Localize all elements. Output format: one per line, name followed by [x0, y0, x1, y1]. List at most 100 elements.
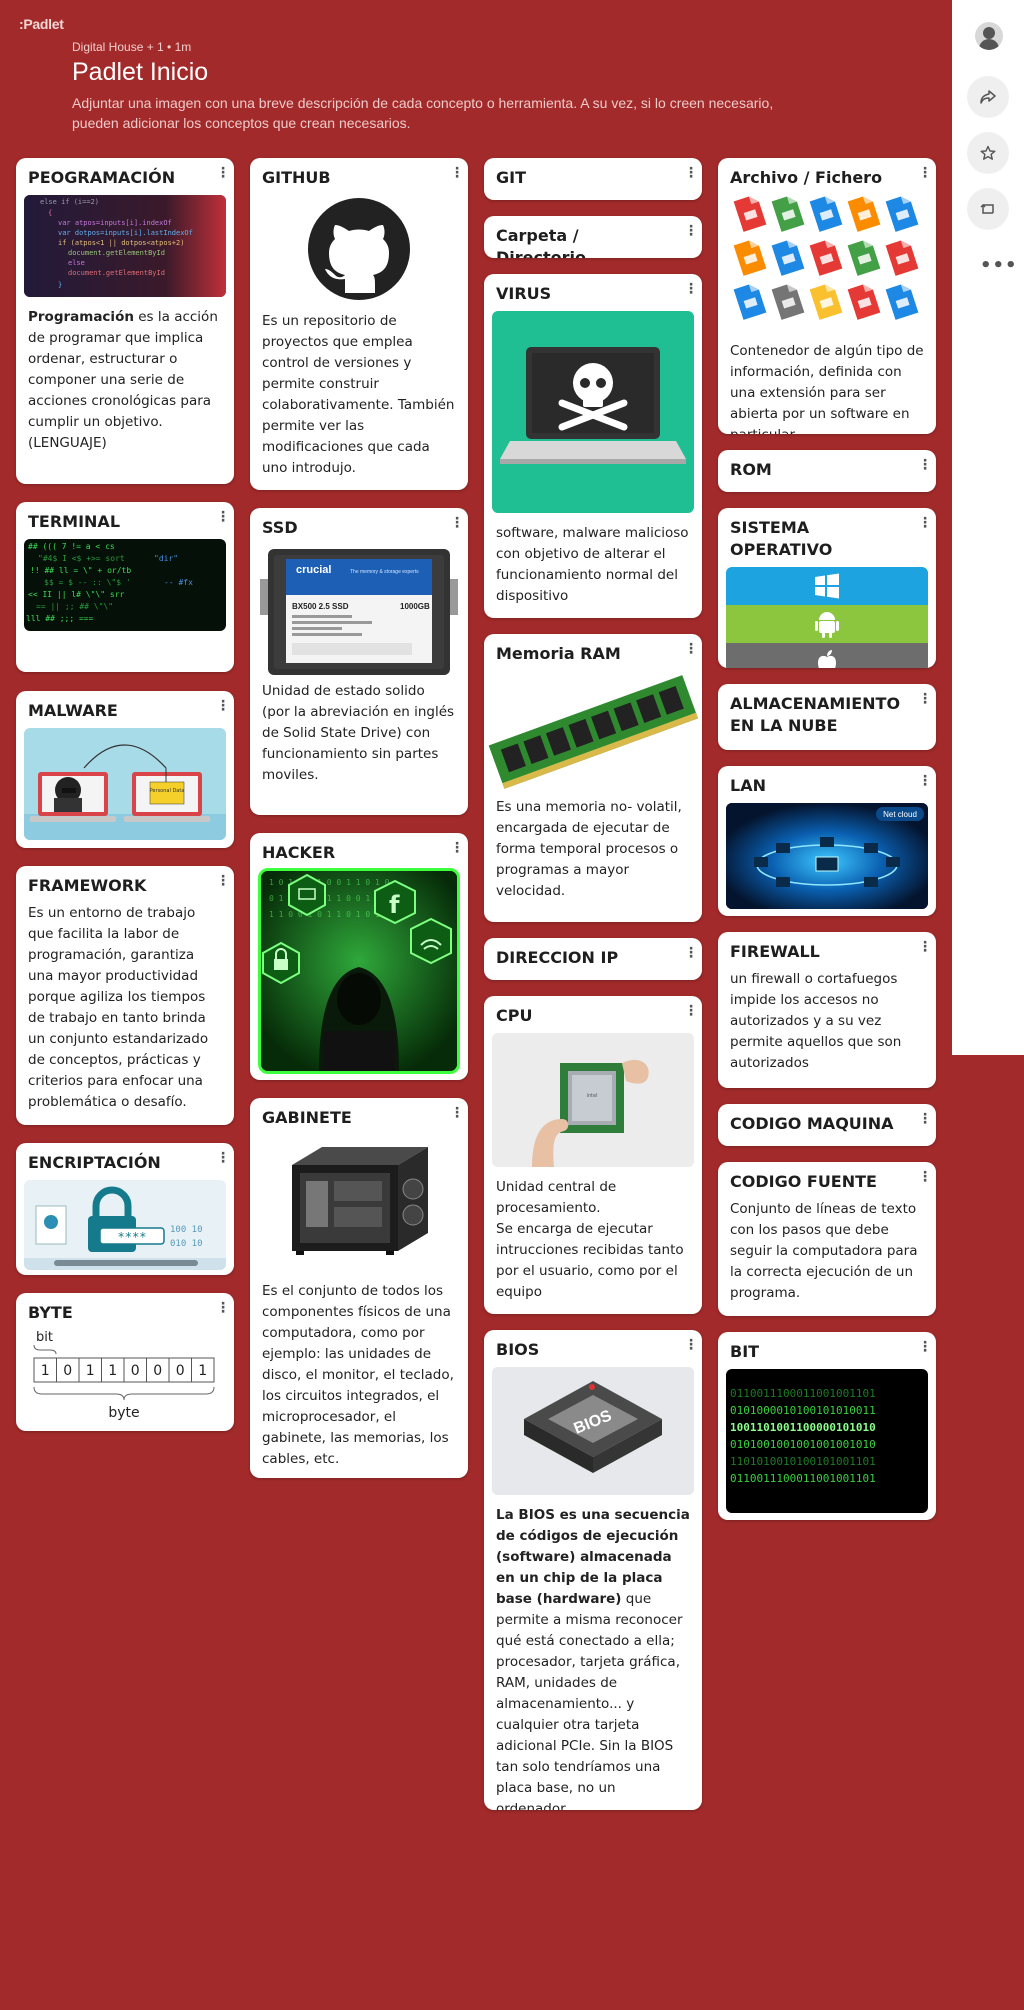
- hacker-image: 1 0 1 1 0 1 0 0 1 1 0 1 0 0 1 1 0 1 0 1 …: [258, 868, 460, 1074]
- card-body: Es una memoria no- volatil, encargada de…: [496, 799, 682, 899]
- kebab-icon[interactable]: ⋮: [918, 1169, 932, 1185]
- svg-text:if (atpos<1 || dotpos<atpos+2): if (atpos<1 || dotpos<atpos+2): [58, 239, 184, 247]
- kebab-icon[interactable]: ⋮: [684, 165, 698, 181]
- kebab-icon[interactable]: ⋮: [684, 641, 698, 657]
- card-body: Conjunto de líneas de texto con los paso…: [730, 1201, 918, 1301]
- binary-row: 0110011100011001001101: [730, 1472, 876, 1485]
- svg-text:0 1 1 0 1 0 1 1 0 0 1 0 1: 0 1 1 0 1 0 1 1 0 0 1 0 1: [269, 894, 390, 903]
- card-carpeta[interactable]: Carpeta / Directorio ⋮: [484, 216, 702, 258]
- board-meta[interactable]: Digital House + 1 • 1m: [72, 40, 792, 54]
- card-nube[interactable]: ALMACENAMIENTO EN LA NUBE ⋮: [718, 684, 936, 750]
- binary-row: 0101000010100101010011: [730, 1404, 876, 1417]
- card-direccion-ip[interactable]: DIRECCION IP ⋮: [484, 938, 702, 980]
- file-icon: [771, 196, 805, 232]
- more-icon[interactable]: •••: [980, 255, 1018, 276]
- svg-text:"dir": "dir": [154, 554, 178, 563]
- kebab-icon[interactable]: ⋮: [918, 691, 932, 707]
- kebab-icon[interactable]: ⋮: [684, 1337, 698, 1353]
- kebab-icon[interactable]: ⋮: [450, 515, 464, 531]
- card-hacker[interactable]: HACKER ⋮ 1 0 1 1 0 1 0 0 1 1 0 1 0 0 1 1…: [250, 833, 468, 1080]
- kebab-icon[interactable]: ⋮: [918, 1339, 932, 1355]
- svg-text:****: ****: [118, 1230, 147, 1244]
- padlet-logo[interactable]: :Padlet: [19, 16, 64, 32]
- file-icon: [733, 196, 767, 232]
- card-terminal[interactable]: TERMINAL ⋮ ## ((( 7 != a < cs "#4$ I <$ …: [16, 502, 234, 672]
- card-title: GABINETE: [262, 1108, 352, 1127]
- card-title: VIRUS: [496, 284, 552, 303]
- kebab-icon[interactable]: ⋮: [216, 165, 230, 181]
- kebab-icon[interactable]: ⋮: [918, 939, 932, 955]
- card-sistema-operativo[interactable]: SISTEMA OPERATIVO ⋮: [718, 508, 936, 668]
- kebab-icon[interactable]: ⋮: [684, 281, 698, 297]
- kebab-icon[interactable]: ⋮: [684, 945, 698, 961]
- svg-text:{: {: [48, 209, 52, 217]
- card-ram[interactable]: Memoria RAM ⋮ Es una memoria no- volatil…: [484, 634, 702, 922]
- card-github[interactable]: GITHUB ⋮ Es un repositorio de proyectos …: [250, 158, 468, 490]
- kebab-icon[interactable]: ⋮: [216, 509, 230, 525]
- bit-value: 1: [41, 1363, 50, 1379]
- svg-text:lll ## ;;; ===: lll ## ;;; ===: [26, 614, 94, 623]
- file-icon: [847, 240, 881, 276]
- card-framework[interactable]: FRAMEWORK ⋮ Es un entorno de trabajo que…: [16, 866, 234, 1125]
- kebab-icon[interactable]: ⋮: [918, 457, 932, 473]
- card-codigo-fuente[interactable]: CODIGO FUENTE ⋮ Conjunto de líneas de te…: [718, 1162, 936, 1316]
- card-title: Carpeta / Directorio: [496, 226, 586, 258]
- kebab-icon[interactable]: ⋮: [918, 1111, 932, 1127]
- kebab-icon[interactable]: ⋮: [918, 773, 932, 789]
- card-programacion[interactable]: PEOGRAMACIÓN ⋮ else if (i==2) { var atpo…: [16, 158, 234, 484]
- windows-icon: [726, 567, 928, 605]
- apple-icon: [726, 643, 928, 668]
- share-icon[interactable]: [967, 76, 1009, 118]
- card-archivo[interactable]: Archivo / Fichero ⋮ Contenedor de algún …: [718, 158, 936, 434]
- os-logos-image: [726, 567, 928, 668]
- bit-value: 1: [86, 1363, 95, 1379]
- card-rom[interactable]: ROM ⋮: [718, 450, 936, 492]
- card-byte[interactable]: BYTE ⋮ bit 10110001 byte: [16, 1293, 234, 1431]
- card-lan[interactable]: LAN ⋮ Net cloud: [718, 766, 936, 916]
- card-title: CPU: [496, 1006, 533, 1025]
- code-screenshot-image: else if (i==2) { var atpos=inputs[i].ind…: [24, 195, 226, 297]
- remake-icon[interactable]: [967, 188, 1009, 230]
- bit-value: 0: [63, 1363, 72, 1379]
- android-icon: [726, 605, 928, 643]
- card-body: La BIOS es una secuencia de códigos de e…: [496, 1507, 690, 1810]
- card-ssd[interactable]: SSD ⋮ crucial The memory & storage exper…: [250, 508, 468, 815]
- svg-text:BX500 2.5 SSD: BX500 2.5 SSD: [292, 602, 349, 611]
- file-icon: [885, 196, 919, 232]
- kebab-icon[interactable]: ⋮: [450, 840, 464, 856]
- bios-chip-image: BIOS: [492, 1367, 694, 1495]
- kebab-icon[interactable]: ⋮: [684, 223, 698, 239]
- svg-text:$$ = $ -- :: \"$ ': $$ = $ -- :: \"$ ': [44, 578, 131, 587]
- card-bit[interactable]: BIT ⋮ 0110011100011001001101 010100001010…: [718, 1332, 936, 1520]
- kebab-icon[interactable]: ⋮: [216, 698, 230, 714]
- kebab-icon[interactable]: ⋮: [216, 873, 230, 889]
- card-git[interactable]: GIT ⋮: [484, 158, 702, 200]
- avatar[interactable]: [975, 22, 1003, 50]
- card-malware[interactable]: MALWARE ⋮ Personal Data: [16, 691, 234, 848]
- kebab-icon[interactable]: ⋮: [216, 1300, 230, 1316]
- kebab-icon[interactable]: ⋮: [450, 1105, 464, 1121]
- terminal-image: ## ((( 7 != a < cs "#4$ I <$ +>= sort !!…: [24, 539, 226, 631]
- binary-row: 0101001001001001001010: [730, 1438, 876, 1451]
- file-icon: [771, 240, 805, 276]
- star-icon[interactable]: [967, 132, 1009, 174]
- bit-value: 1: [108, 1363, 117, 1379]
- card-body: Es un repositorio de proyectos que emple…: [262, 313, 455, 476]
- kebab-icon[interactable]: ⋮: [216, 1150, 230, 1166]
- card-cpu[interactable]: CPU ⋮ intel Unidad central de procesamie…: [484, 996, 702, 1314]
- kebab-icon[interactable]: ⋮: [918, 165, 932, 181]
- card-title: HACKER: [262, 843, 336, 862]
- card-encriptacion[interactable]: ENCRIPTACIÓN ⋮ **** 100 10 010 10: [16, 1143, 234, 1275]
- bit-value: 1: [198, 1363, 207, 1379]
- kebab-icon[interactable]: ⋮: [684, 1003, 698, 1019]
- card-bios[interactable]: BIOS ⋮ BIOS La BIOS es una secuencia de …: [484, 1330, 702, 1810]
- kebab-icon[interactable]: ⋮: [450, 165, 464, 181]
- card-gabinete[interactable]: GABINETE ⋮ Es el conjunto de todos los c…: [250, 1098, 468, 1478]
- kebab-icon[interactable]: ⋮: [918, 515, 932, 531]
- card-firewall[interactable]: FIREWALL ⋮ un firewall o cortafuegos imp…: [718, 932, 936, 1088]
- card-virus[interactable]: VIRUS ⋮ software, malware malicioso con …: [484, 274, 702, 618]
- svg-text:1 1 0 0 1 0 1 1 0 1 0 1 1: 1 1 0 0 1 0 1 1 0 1 0 1 1: [269, 910, 390, 919]
- card-codigo-maquina[interactable]: CODIGO MAQUINA ⋮: [718, 1104, 936, 1146]
- card-title: ENCRIPTACIÓN: [28, 1153, 161, 1172]
- svg-text:f: f: [389, 891, 400, 919]
